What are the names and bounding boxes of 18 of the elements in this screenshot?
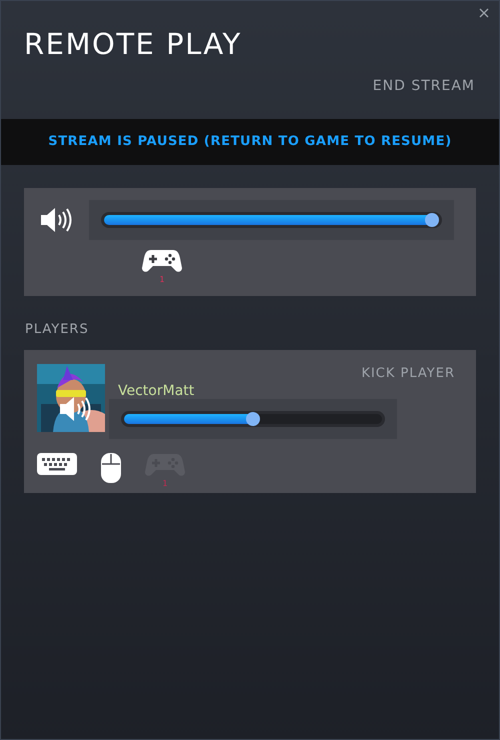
close-icon[interactable] xyxy=(479,8,489,18)
mouse-icon[interactable] xyxy=(101,453,121,483)
volume-slider[interactable] xyxy=(121,411,385,427)
slider-thumb[interactable] xyxy=(246,412,260,426)
controller-number: 1 xyxy=(162,479,168,489)
volume-slider[interactable] xyxy=(101,212,442,228)
speaker-icon[interactable] xyxy=(59,396,92,422)
end-stream-button[interactable]: END STREAM xyxy=(372,76,475,96)
section-heading: PLAYERS xyxy=(25,321,89,336)
slider-thumb[interactable] xyxy=(425,213,440,227)
kick-player-button[interactable]: KICK PLAYER xyxy=(361,364,455,382)
window-title: REMOTE PLAY xyxy=(24,27,242,61)
gamepad-icon[interactable] xyxy=(142,249,182,273)
speaker-icon[interactable] xyxy=(40,207,73,233)
status-message: STREAM IS PAUSED (RETURN TO GAME TO RESUME) xyxy=(48,133,452,152)
keyboard-icon[interactable] xyxy=(37,453,77,475)
player-name: VectorMatt xyxy=(118,382,194,399)
controller-number: 1 xyxy=(159,275,165,285)
